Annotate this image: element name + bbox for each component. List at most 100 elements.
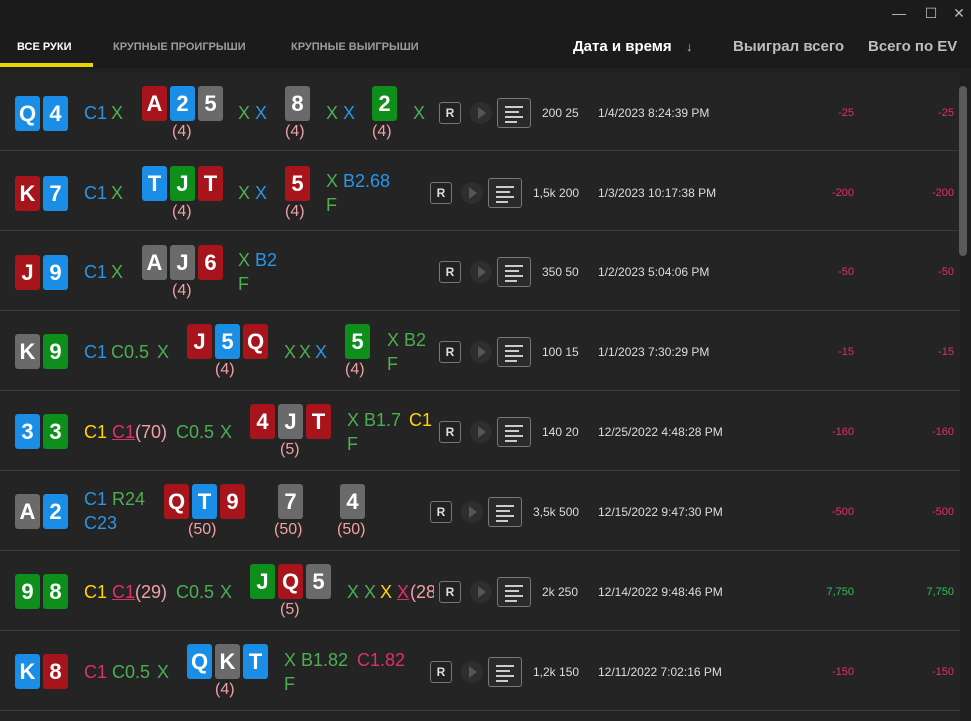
flop-action: B1.7 — [364, 410, 402, 430]
tab-big-losses[interactable]: КРУПНЫЕ ПРОИГРЫШИ — [113, 26, 246, 68]
board-card: 9 — [220, 484, 245, 519]
play-icon[interactable] — [461, 501, 483, 523]
player-count: (4) — [285, 123, 305, 140]
hand-row[interactable]: Q 4 C1 X A 2 5 (4) X X 8 (4) X X 2 (4) X… — [0, 72, 960, 151]
stakes: 350 50 — [542, 265, 579, 279]
preflop-action: X — [157, 662, 170, 682]
sort-arrow-icon[interactable]: ↓ — [686, 26, 693, 68]
player-count: (4) — [172, 203, 192, 220]
notes-icon[interactable] — [497, 417, 531, 447]
column-header-ev[interactable]: Всего по EV — [868, 26, 957, 68]
board-card: 6 — [198, 245, 223, 280]
board-card: 8 — [285, 86, 310, 121]
hand-list: Q 4 C1 X A 2 5 (4) X X 8 (4) X X 2 (4) X… — [0, 72, 960, 721]
play-icon[interactable] — [470, 341, 492, 363]
won-amount: -15 — [838, 346, 854, 358]
hand-row[interactable]: J 9 C1 X A J 6 (4) X B2 F R 350 50 1/2/2… — [0, 232, 960, 311]
notes-icon[interactable] — [488, 178, 522, 208]
column-header-won[interactable]: Выиграл всего — [733, 26, 844, 68]
replay-button[interactable]: R — [430, 501, 452, 523]
board-card: 5 — [306, 564, 331, 599]
play-icon[interactable] — [470, 421, 492, 443]
stakes: 3,5k 500 — [533, 505, 580, 519]
hand-row[interactable]: K 9 C1 C0.5 X J 5 Q (4) X X X 5 (4) X B2… — [0, 312, 960, 391]
flop-action: B2 — [255, 250, 278, 270]
player-count: (5) — [280, 441, 300, 458]
replay-button[interactable]: R — [439, 261, 461, 283]
minimize-icon[interactable]: — — [888, 3, 910, 23]
notes-icon[interactable] — [488, 497, 522, 527]
flop-action: X — [238, 103, 251, 123]
notes-icon[interactable] — [488, 657, 522, 687]
scrollbar-thumb[interactable] — [959, 86, 967, 256]
player-count: (50) — [188, 521, 217, 538]
turn-action: F — [387, 354, 398, 374]
stakes: 1,5k 200 — [533, 186, 580, 200]
close-icon[interactable]: ✕ — [948, 3, 970, 23]
ev-amount: -200 — [931, 187, 954, 199]
hand-date: 1/3/2023 10:17:38 PM — [598, 186, 717, 200]
won-amount: -160 — [831, 426, 854, 438]
preflop-action: C1 — [112, 422, 136, 442]
turn-action: F — [326, 195, 337, 215]
notes-icon[interactable] — [497, 337, 531, 367]
title-bar: — ☐ ✕ — [0, 0, 971, 26]
hole-card: 8 — [43, 574, 68, 609]
hole-card: 9 — [43, 334, 68, 369]
hand-date: 12/14/2022 9:48:46 PM — [598, 585, 723, 599]
board-card: J — [187, 324, 212, 359]
tab-all-hands[interactable]: ВСЕ РУКИ — [17, 26, 72, 68]
tab-big-wins[interactable]: КРУПНЫЕ ВЫИГРЫШИ — [291, 26, 419, 68]
hand-row[interactable]: 9 8 C1 C1 (29) C0.5 X J Q 5 (5) X X X X … — [0, 552, 960, 631]
column-header-date[interactable]: Дата и время — [573, 26, 672, 68]
flop-action: X — [364, 582, 377, 602]
preflop-action: C1 — [84, 662, 108, 682]
preflop-action: X — [111, 103, 124, 123]
player-count: (50) — [274, 521, 303, 538]
ev-amount: -15 — [938, 346, 954, 358]
flop-action: F — [347, 434, 358, 454]
ev-amount: -50 — [938, 266, 954, 278]
hand-row[interactable]: A 2 C1 R24 C23 Q T 9 (50) 7 (50) 4 (50) … — [0, 472, 960, 551]
replay-button[interactable]: R — [439, 102, 461, 124]
preflop-action: C0.5 — [112, 662, 151, 682]
turn-action: B2 — [404, 330, 427, 350]
play-icon[interactable] — [470, 581, 492, 603]
notes-icon[interactable] — [497, 98, 531, 128]
turn-action: X — [326, 103, 339, 123]
hand-row[interactable]: 3 3 C1 C1 (70) C0.5 X 4 J T (5) X B1.7 C… — [0, 392, 960, 471]
play-icon[interactable] — [461, 182, 483, 204]
board-card: 5 — [345, 324, 370, 359]
player-count: (4) — [215, 681, 235, 698]
preflop-action: C0.5 — [176, 582, 215, 602]
preflop-action: C1 — [84, 183, 108, 203]
hole-card: 9 — [43, 255, 68, 290]
maximize-icon[interactable]: ☐ — [920, 3, 942, 23]
won-amount: -50 — [838, 266, 854, 278]
hole-card: K — [15, 176, 40, 211]
play-icon[interactable] — [470, 261, 492, 283]
board-card: 5 — [198, 86, 223, 121]
play-icon[interactable] — [461, 661, 483, 683]
flop-action: X — [380, 582, 393, 602]
notes-icon[interactable] — [497, 257, 531, 287]
board-card: 7 — [278, 484, 303, 519]
board-card: T — [198, 166, 223, 201]
play-icon[interactable] — [470, 102, 492, 124]
hand-row[interactable]: K 8 C1 C0.5 X Q K T (4) X B1.82 C1.82 F … — [0, 632, 960, 711]
preflop-action: C23 — [84, 513, 118, 533]
replay-button[interactable]: R — [439, 581, 461, 603]
replay-button[interactable]: R — [439, 341, 461, 363]
notes-icon[interactable] — [497, 577, 531, 607]
replay-button[interactable]: R — [439, 421, 461, 443]
turn-action: B2.68 — [343, 171, 391, 191]
replay-button[interactable]: R — [430, 661, 452, 683]
board-card: Q — [164, 484, 189, 519]
player-count: (4) — [345, 361, 365, 378]
preflop-action: C1 — [84, 422, 108, 442]
river-action: X — [413, 103, 426, 123]
flop-pot: (28 — [410, 582, 434, 602]
replay-button[interactable]: R — [430, 182, 452, 204]
board-card: 2 — [170, 86, 195, 121]
hand-row[interactable]: K 7 C1 X T J T (4) X X 5 (4) X B2.68 F R… — [0, 152, 960, 231]
